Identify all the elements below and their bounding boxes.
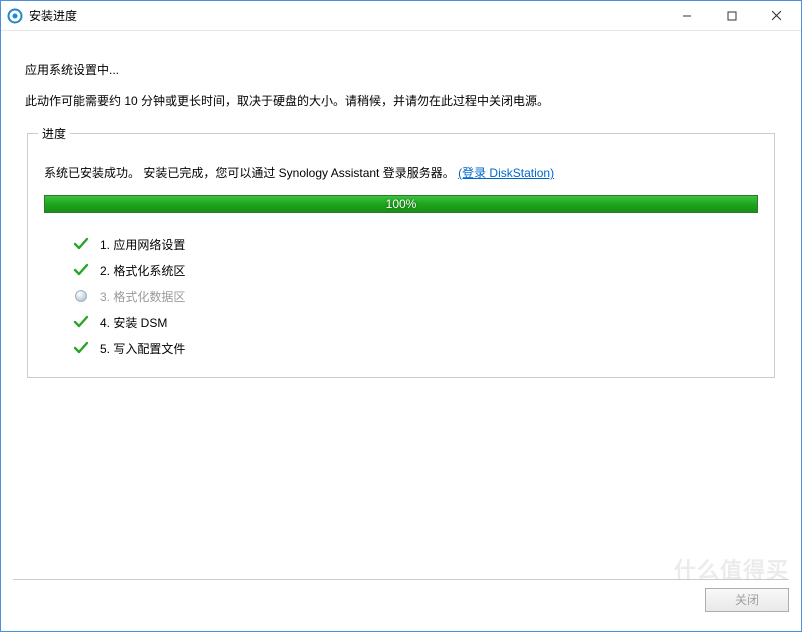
status-text: 系统已安装成功。 安装已完成，您可以通过 Synology Assistant … [44,166,455,180]
status-heading: 应用系统设置中... [25,61,777,78]
maximize-button[interactable] [709,2,754,30]
step-label: 1. 应用网络设置 [100,236,185,253]
install-progress-window: 安装进度 应用系统设置中... 此动作可能需要约 10 分钟或更长时间，取决于硬… [0,0,802,632]
progress-groupbox: 进度 系统已安装成功。 安装已完成，您可以通过 Synology Assista… [27,133,775,378]
check-icon [72,339,90,357]
step-item: 4. 安装 DSM [72,309,758,335]
minimize-button[interactable] [664,2,709,30]
status-line: 系统已安装成功。 安装已完成，您可以通过 Synology Assistant … [44,164,758,181]
progress-legend: 进度 [38,125,70,142]
window-controls [664,2,799,30]
app-icon [7,8,23,24]
window-title: 安装进度 [29,7,664,24]
titlebar: 安装进度 [1,1,801,31]
skipped-icon [72,287,90,305]
status-description: 此动作可能需要约 10 分钟或更长时间，取决于硬盘的大小。请稍候，并请勿在此过程… [25,92,777,109]
check-icon [72,313,90,331]
step-item: 2. 格式化系统区 [72,257,758,283]
step-label: 2. 格式化系统区 [100,262,185,279]
step-item: 1. 应用网络设置 [72,231,758,257]
check-icon [72,261,90,279]
footer: 关闭 [13,579,789,619]
step-item: 5. 写入配置文件 [72,335,758,361]
step-label: 3. 格式化数据区 [100,288,185,305]
close-window-button[interactable] [754,2,799,30]
step-item: 3. 格式化数据区 [72,283,758,309]
content-area: 应用系统设置中... 此动作可能需要约 10 分钟或更长时间，取决于硬盘的大小。… [1,31,801,388]
step-label: 4. 安装 DSM [100,314,167,331]
steps-list: 1. 应用网络设置 2. 格式化系统区 3. 格式化数据区 4. 安装 DSM 5. 写… [44,231,758,361]
check-icon [72,235,90,253]
close-button[interactable]: 关闭 [705,588,789,612]
login-diskstation-link[interactable]: (登录 DiskStation) [458,166,554,180]
progress-bar-label: 100% [45,196,757,212]
step-label: 5. 写入配置文件 [100,340,185,357]
progress-bar: 100% [44,195,758,213]
